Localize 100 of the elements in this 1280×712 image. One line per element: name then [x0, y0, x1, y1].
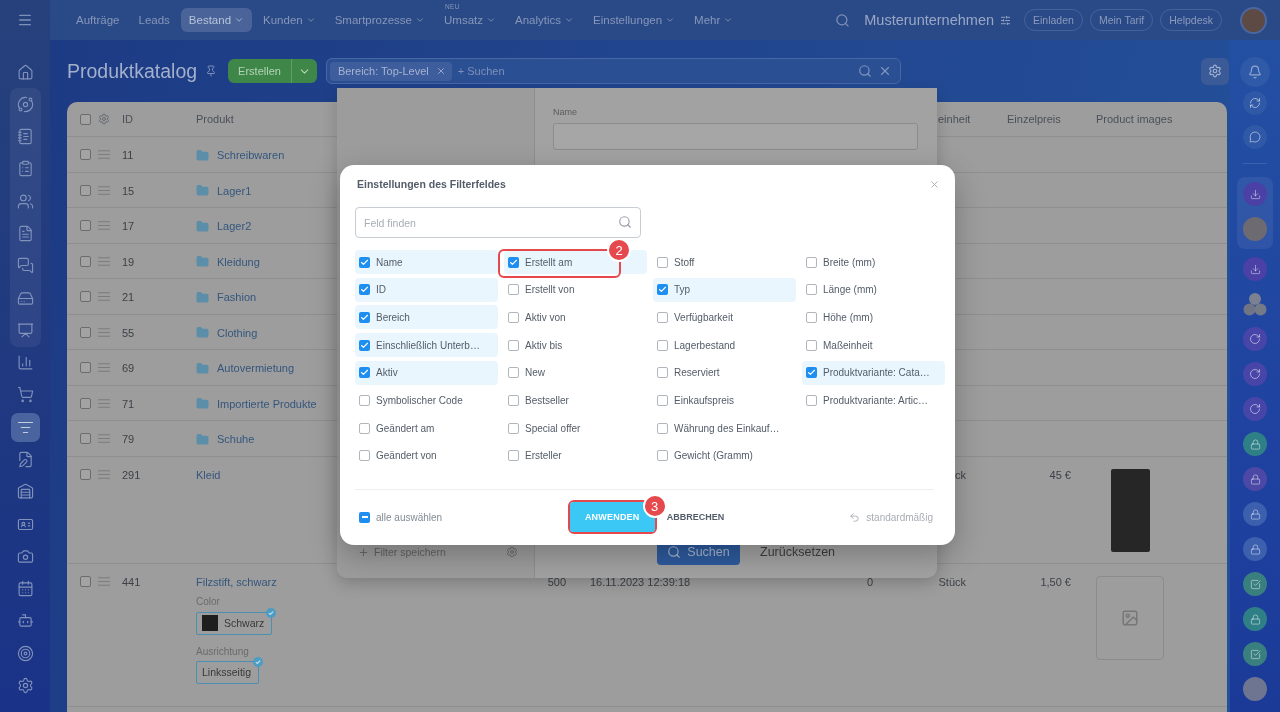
- cancel-button[interactable]: ABBRECHEN: [666, 512, 725, 523]
- search-icon[interactable]: [667, 545, 682, 559]
- caret-icon[interactable]: [486, 15, 496, 25]
- column-header[interactable]: einheit: [938, 113, 971, 125]
- checkbox[interactable]: [806, 284, 817, 296]
- checkbox[interactable]: [508, 394, 519, 406]
- drag-handle-icon[interactable]: [98, 256, 110, 266]
- checkbox[interactable]: [508, 450, 519, 462]
- warehouse-icon[interactable]: [16, 483, 34, 501]
- drag-handle-icon[interactable]: [98, 363, 110, 372]
- lock-icon[interactable]: [1243, 502, 1267, 526]
- row-checkbox[interactable]: [80, 291, 91, 302]
- row-checkbox[interactable]: [80, 220, 91, 231]
- drag-handle-icon[interactable]: [98, 327, 110, 337]
- chat-bubbles-icon[interactable]: [16, 257, 34, 275]
- notebook-icon[interactable]: [16, 128, 34, 146]
- checkbox[interactable]: [806, 311, 817, 323]
- column-header[interactable]: Produkt: [196, 113, 234, 125]
- caret-icon[interactable]: [665, 15, 676, 25]
- robot-icon[interactable]: [16, 612, 34, 630]
- caret-icon[interactable]: [234, 15, 245, 25]
- cart-icon[interactable]: [16, 386, 34, 404]
- field-option[interactable]: Name: [355, 250, 498, 274]
- calendar-icon[interactable]: [16, 580, 34, 598]
- row-checkbox[interactable]: [80, 397, 91, 409]
- field-option[interactable]: Symbolischer Code: [355, 388, 498, 413]
- file-edit-icon[interactable]: [16, 451, 34, 468]
- checkbox[interactable]: [508, 339, 519, 351]
- checkbox[interactable]: [657, 256, 668, 268]
- field-option[interactable]: Länge (mm): [802, 277, 945, 302]
- checkbox[interactable]: [359, 367, 370, 379]
- drag-handle-icon[interactable]: [98, 576, 110, 586]
- checkbox[interactable]: [806, 339, 817, 351]
- nav-tab[interactable]: Kunden: [255, 8, 324, 32]
- header-checkbox[interactable]: [80, 113, 91, 125]
- product-link[interactable]: Clothing: [217, 326, 258, 339]
- checkbox[interactable]: [508, 422, 519, 434]
- product-link[interactable]: Lager1: [217, 184, 252, 197]
- checkbox[interactable]: [359, 511, 370, 523]
- row-checkbox[interactable]: [80, 575, 91, 587]
- product-link[interactable]: Lager2: [217, 220, 252, 232]
- create-button[interactable]: Erstellen: [228, 59, 291, 83]
- checkbox[interactable]: [508, 256, 519, 268]
- column-header[interactable]: Product images: [1096, 113, 1173, 125]
- checkbox[interactable]: [359, 311, 370, 323]
- drag-handle-icon[interactable]: [98, 434, 110, 443]
- chat-icon[interactable]: [1243, 125, 1267, 149]
- checkbox[interactable]: [359, 339, 370, 351]
- undo-icon[interactable]: [849, 511, 861, 523]
- checkbox[interactable]: [359, 284, 370, 296]
- nav-tab[interactable]: Einstellungen: [585, 8, 684, 32]
- field-search-input[interactable]: Feld finden: [355, 207, 641, 238]
- field-option[interactable]: Special offer: [504, 416, 647, 441]
- field-option[interactable]: Maßeinheit: [802, 333, 945, 358]
- column-header[interactable]: Einzelpreis: [1007, 113, 1061, 125]
- target-icon[interactable]: [16, 644, 34, 662]
- sliders-icon[interactable]: [1000, 14, 1011, 26]
- checkbox[interactable]: [806, 256, 817, 268]
- checkbox[interactable]: [359, 450, 370, 462]
- checkbox[interactable]: [657, 367, 668, 379]
- lock-icon[interactable]: [1243, 467, 1267, 491]
- field-option[interactable]: Einschließlich Unterb…: [355, 333, 498, 358]
- field-option[interactable]: Stoff: [653, 250, 796, 274]
- product-link[interactable]: Schreibwaren: [217, 149, 285, 161]
- name-input-field[interactable]: [553, 123, 918, 150]
- field-option[interactable]: Reserviert: [653, 360, 796, 385]
- checkbox[interactable]: [359, 256, 370, 268]
- home-icon[interactable]: [16, 63, 34, 81]
- field-option[interactable]: Lagerbestand: [653, 333, 796, 358]
- users-icon[interactable]: [16, 192, 34, 210]
- row-checkbox[interactable]: [80, 184, 91, 196]
- checkbox[interactable]: [657, 311, 668, 323]
- field-option[interactable]: Erstellt von: [504, 277, 647, 302]
- field-option[interactable]: Geändert am: [355, 416, 498, 441]
- filter-search-field[interactable]: Bereich: Top-Level + Suchen: [325, 58, 901, 84]
- lock-icon[interactable]: [1243, 537, 1267, 561]
- checkbox[interactable]: [508, 284, 519, 296]
- presentation-board-icon[interactable]: [16, 321, 34, 339]
- product-link[interactable]: Fashion: [217, 291, 257, 303]
- field-option[interactable]: Breite (mm): [802, 250, 945, 274]
- select-all-option[interactable]: alle auswählen: [359, 511, 443, 523]
- product-link[interactable]: Filzstift, schwarz: [196, 575, 277, 588]
- download-icon[interactable]: [1243, 257, 1267, 281]
- row-checkbox[interactable]: [80, 149, 91, 160]
- field-option[interactable]: Höhe (mm): [802, 305, 945, 330]
- checkbox[interactable]: [359, 394, 370, 406]
- company-switcher[interactable]: Musterunternehmen: [864, 12, 1011, 28]
- drag-handle-icon[interactable]: [98, 398, 110, 408]
- settings-icon[interactable]: [1208, 64, 1222, 78]
- field-option[interactable]: Bestseller: [504, 388, 647, 413]
- product-link[interactable]: Importierte Produkte: [217, 397, 317, 410]
- orbit-icon[interactable]: [16, 95, 34, 113]
- product-link[interactable]: Kleid: [196, 468, 221, 481]
- avatar-icon[interactable]: [1240, 6, 1267, 34]
- field-option[interactable]: ID: [355, 277, 498, 302]
- field-option[interactable]: Aktiv: [355, 360, 498, 385]
- checkbox[interactable]: [657, 450, 668, 462]
- drag-handle-icon[interactable]: [98, 221, 110, 230]
- download-icon[interactable]: [1243, 182, 1267, 206]
- close-button[interactable]: [929, 178, 940, 190]
